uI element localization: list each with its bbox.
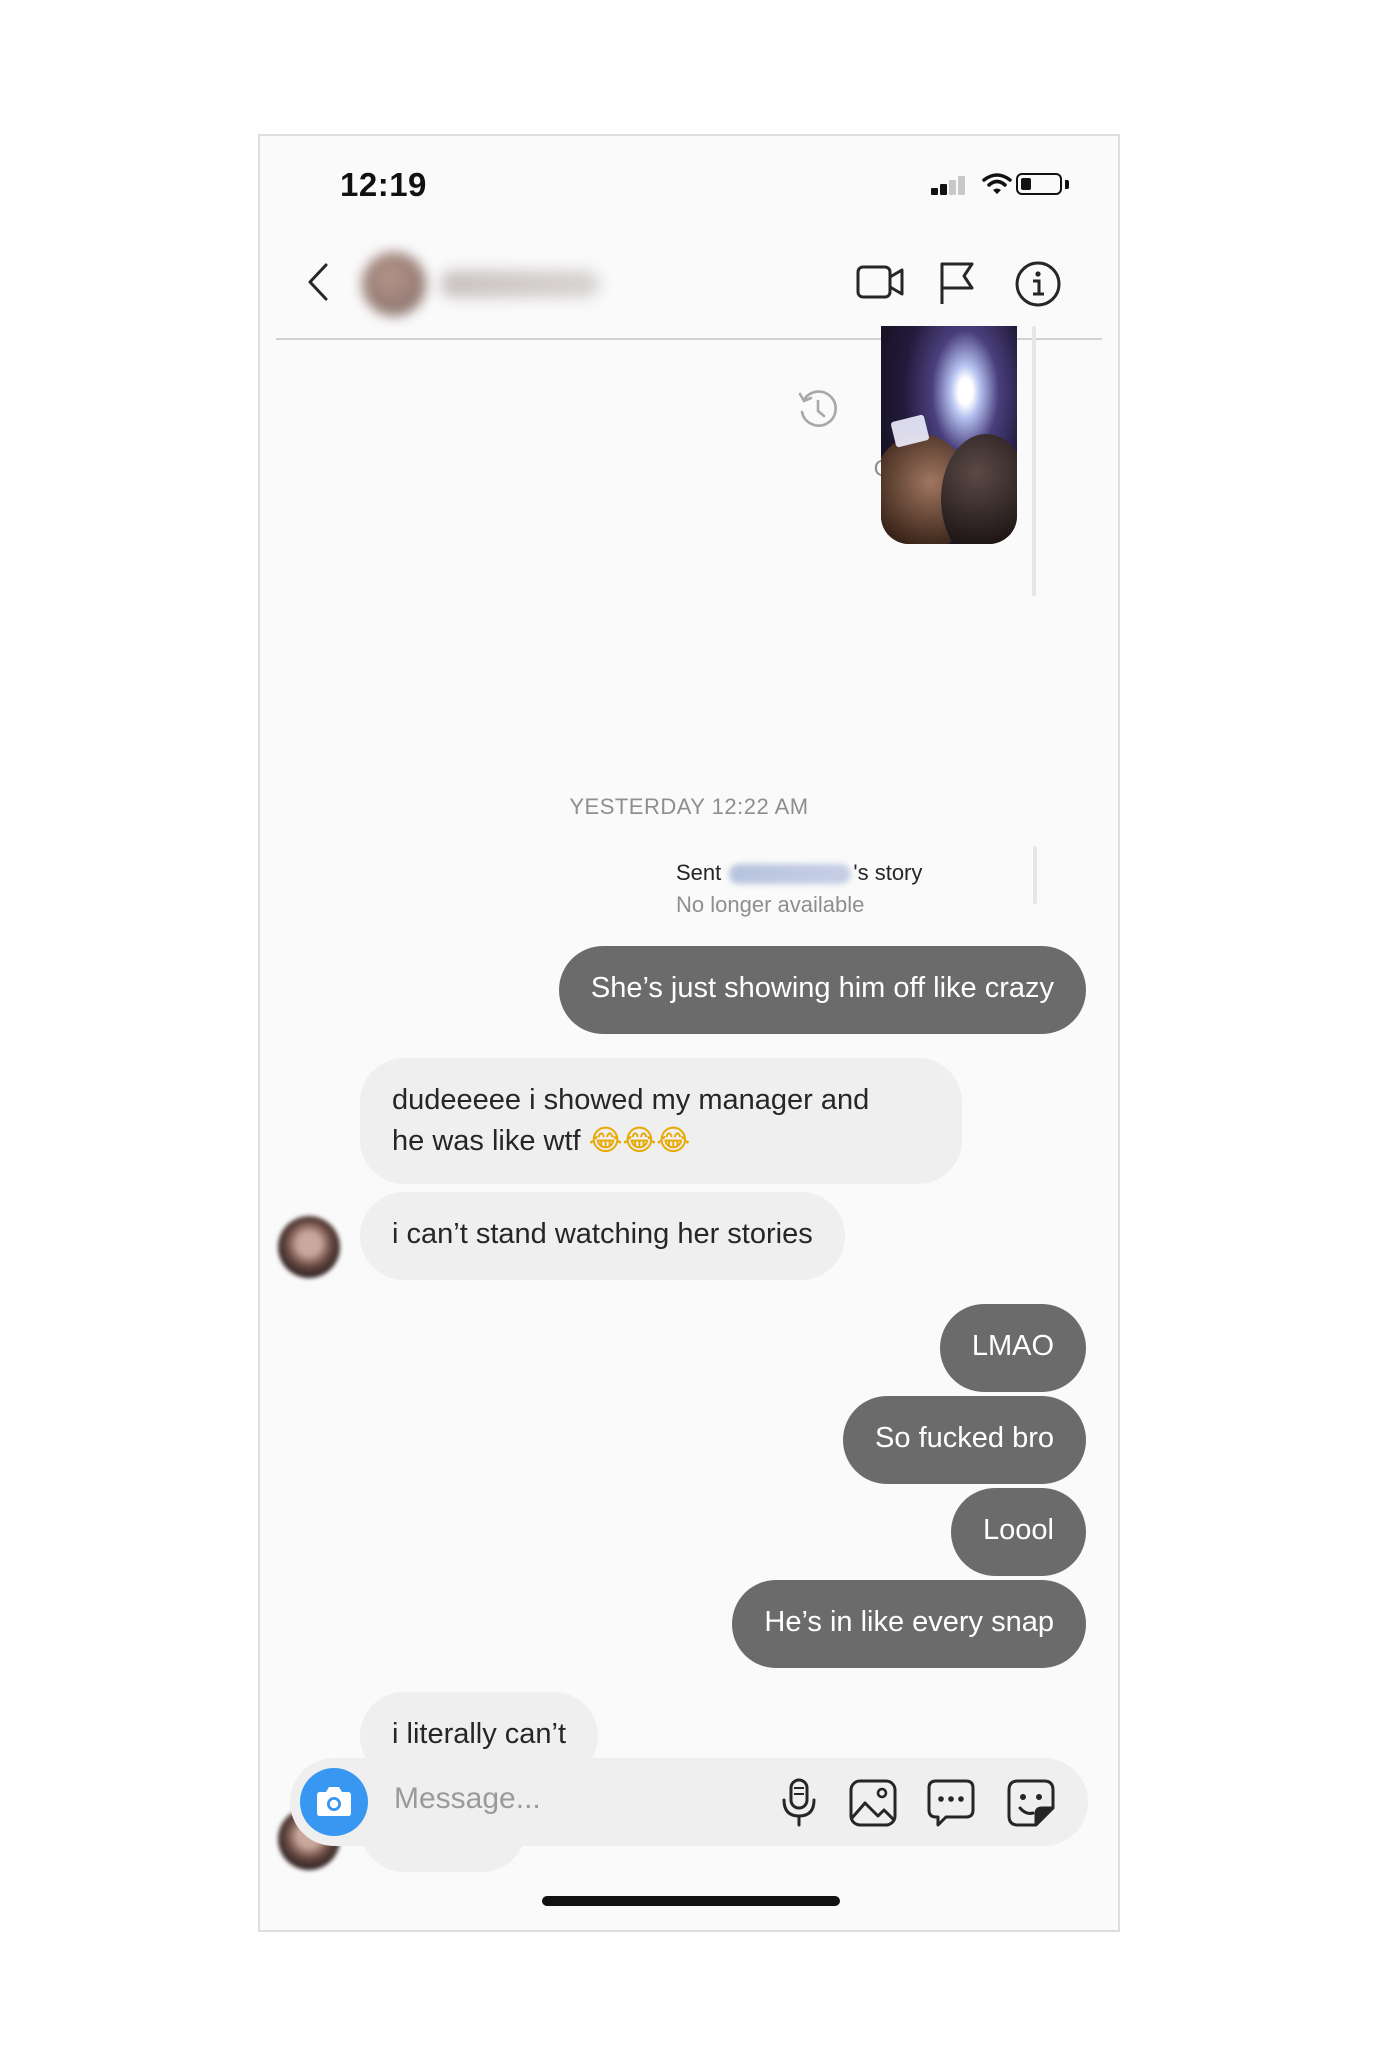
shared-story-suffix: 's story bbox=[853, 860, 923, 885]
status-time: 12:19 bbox=[340, 166, 427, 203]
message-received[interactable]: i can’t stand watching her stories bbox=[360, 1192, 845, 1280]
home-indicator[interactable] bbox=[542, 1896, 840, 1906]
sticker-icon[interactable] bbox=[1006, 1778, 1056, 1828]
info-icon[interactable] bbox=[1014, 260, 1062, 308]
contact-avatar[interactable] bbox=[362, 252, 426, 316]
message-received[interactable]: dudeeeee i showed my manager and he was … bbox=[360, 1058, 962, 1184]
message-sent[interactable]: She’s just showing him off like crazy bbox=[558, 946, 1086, 1034]
message-sent[interactable]: Loool bbox=[951, 1488, 1086, 1576]
message-line: he was like wtf 😂😂😂 bbox=[392, 1123, 691, 1157]
laughing-emoji-icon: 😂😂😂 bbox=[588, 1123, 691, 1157]
camera-icon bbox=[317, 1787, 351, 1816]
dm-screen: 12:19 Only you can see this YE bbox=[276, 136, 1102, 1930]
message-line: dudeeeee i showed my manager and bbox=[392, 1084, 870, 1116]
phone-frame: 12:19 Only you can see this YE bbox=[258, 134, 1120, 1932]
camera-button[interactable] bbox=[300, 1768, 368, 1836]
message-input[interactable]: Message... bbox=[394, 1782, 541, 1816]
battery-icon bbox=[1016, 173, 1062, 195]
gallery-icon[interactable] bbox=[848, 1778, 898, 1828]
chat-bubble-icon[interactable] bbox=[926, 1778, 976, 1828]
history-icon bbox=[798, 390, 837, 427]
shared-story-label[interactable]: Sent 's story bbox=[676, 860, 1028, 886]
video-call-icon[interactable] bbox=[856, 262, 906, 302]
message-sent[interactable]: He’s in like every snap bbox=[732, 1580, 1086, 1668]
battery-tip bbox=[1065, 180, 1069, 189]
contact-name[interactable] bbox=[440, 270, 600, 298]
sender-avatar[interactable] bbox=[278, 1216, 340, 1278]
story-media-thumbnail[interactable] bbox=[881, 326, 1017, 544]
shared-story-prefix: Sent bbox=[676, 860, 722, 885]
wifi-icon bbox=[982, 173, 1012, 194]
timestamp: YESTERDAY 12:22 AM bbox=[569, 794, 809, 819]
signal-icon bbox=[931, 176, 965, 195]
back-icon[interactable] bbox=[306, 262, 330, 302]
blurred-username bbox=[729, 864, 852, 885]
message-sent[interactable]: So fucked bro bbox=[843, 1396, 1086, 1484]
story-status: No longer available bbox=[676, 892, 865, 917]
reply-indicator-bar bbox=[1032, 326, 1036, 596]
reply-indicator-bar bbox=[1033, 846, 1037, 904]
flag-icon[interactable] bbox=[938, 260, 978, 306]
microphone-icon[interactable] bbox=[778, 1776, 820, 1828]
message-sent[interactable]: LMAO bbox=[939, 1304, 1086, 1392]
